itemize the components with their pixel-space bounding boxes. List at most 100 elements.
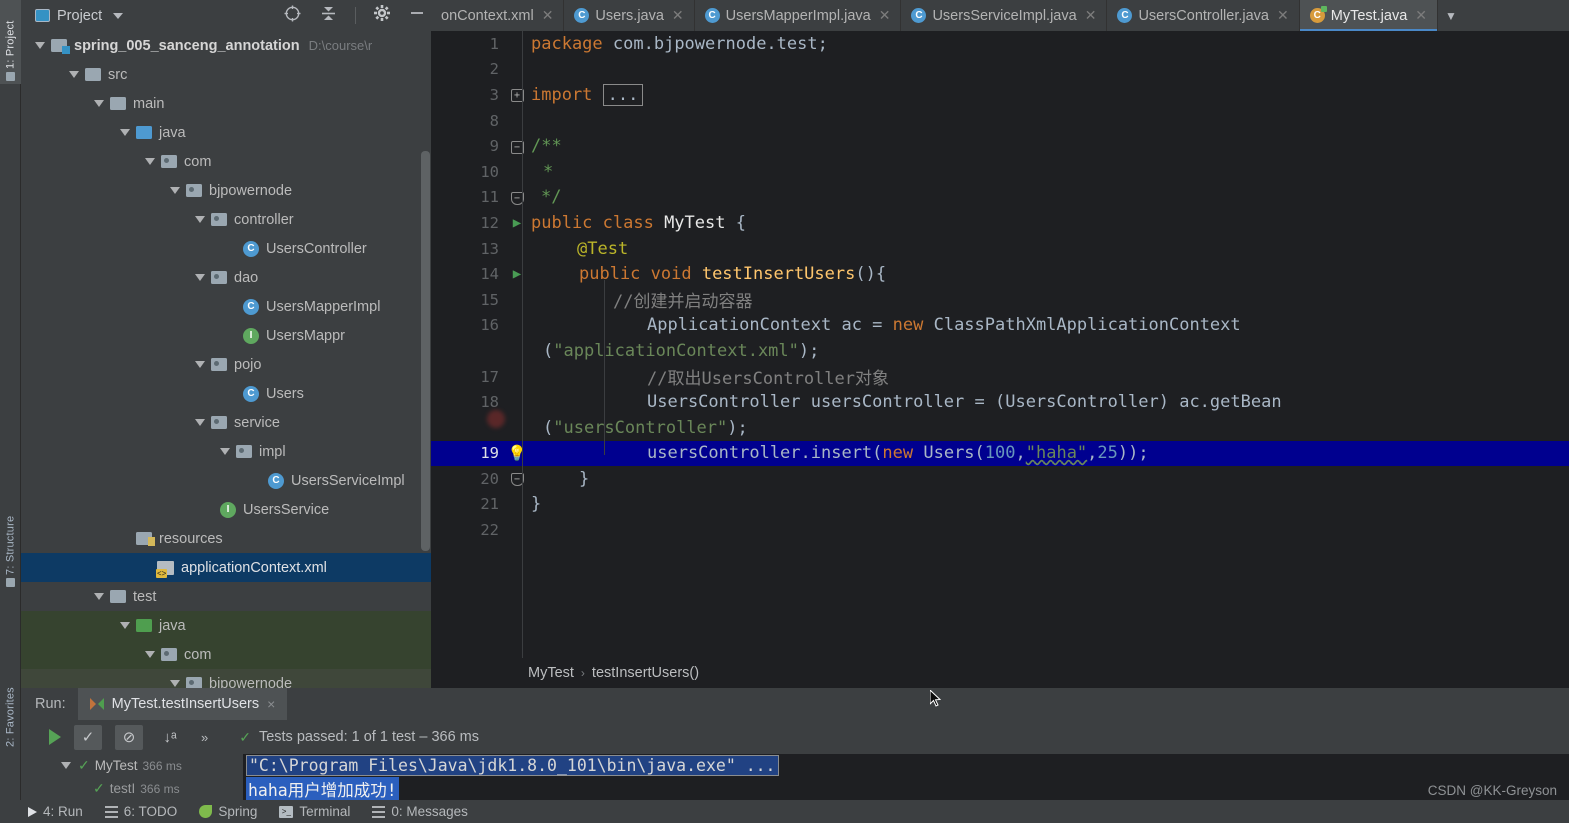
- editor-tab-usersserviceimpl-java[interactable]: C UsersServiceImpl.java ✕: [901, 0, 1108, 31]
- fold-collapse-icon[interactable]: −: [505, 139, 529, 154]
- editor-tab-mytest-java[interactable]: C MyTest.java ✕: [1299, 0, 1439, 31]
- collapsed-imports[interactable]: ...: [602, 83, 644, 106]
- tree-item-main[interactable]: main: [21, 89, 431, 118]
- tree-item-service[interactable]: service: [21, 408, 431, 437]
- tree-item-usersserviceimpl[interactable]: C UsersServiceImpl: [21, 466, 431, 495]
- expand-arrow-icon[interactable]: [145, 651, 155, 658]
- settings-gear-icon[interactable]: [373, 4, 391, 27]
- expand-arrow-icon[interactable]: [69, 71, 79, 78]
- project-tree-scrollbar[interactable]: [421, 151, 430, 551]
- fold-expand-icon[interactable]: +: [505, 87, 529, 103]
- tree-item-test-com[interactable]: com: [21, 640, 431, 669]
- close-icon[interactable]: ✕: [1083, 7, 1097, 24]
- tree-item-impl[interactable]: impl: [21, 437, 431, 466]
- close-icon[interactable]: ✕: [670, 7, 684, 24]
- editor-tab-usersmapperimpl-java[interactable]: C UsersMapperImpl.java ✕: [694, 0, 902, 31]
- rerun-icon[interactable]: [49, 729, 61, 745]
- line-number: 18: [480, 393, 499, 412]
- expand-arrow-icon[interactable]: [170, 680, 180, 687]
- expand-arrow-icon[interactable]: [35, 42, 45, 49]
- tree-item-resources[interactable]: resources: [21, 524, 431, 553]
- tree-item-applicationcontext-xml[interactable]: applicationContext.xml: [21, 553, 431, 582]
- tree-item-module[interactable]: spring_005_sanceng_annotation D:\course\…: [21, 31, 431, 60]
- expand-arrow-icon[interactable]: [220, 448, 230, 455]
- project-tree[interactable]: spring_005_sanceng_annotation D:\course\…: [21, 31, 431, 688]
- code-editor[interactable]: 1 package com.bjpowernode.test; 2 3 + im…: [431, 31, 1569, 658]
- fold-end-icon[interactable]: −: [505, 471, 529, 487]
- tree-item-userscontroller[interactable]: C UsersController: [21, 234, 431, 263]
- resources-folder-icon: [136, 532, 155, 546]
- expand-arrow-icon[interactable]: [94, 100, 104, 107]
- status-bar-item-todo[interactable]: 6: TODO: [104, 804, 177, 819]
- tool-button-project[interactable]: 1: Project: [0, 0, 21, 84]
- tree-item-test-bjpowernode[interactable]: bjpowernode: [21, 669, 431, 688]
- editor-tab-users-java[interactable]: C Users.java ✕: [564, 0, 695, 31]
- breadcrumb-class[interactable]: MyTest: [528, 665, 574, 681]
- test-tree-row-mytest[interactable]: ✓ MyTest 366 ms: [21, 754, 241, 777]
- close-icon[interactable]: ×: [267, 696, 275, 712]
- expand-icon[interactable]: »: [201, 730, 208, 745]
- run-configuration-tab[interactable]: MyTest.testInsertUsers ×: [77, 688, 288, 720]
- expand-arrow-icon[interactable]: [94, 593, 104, 600]
- expand-arrow-icon[interactable]: [145, 158, 155, 165]
- close-icon[interactable]: ✕: [1275, 7, 1289, 24]
- test-results-tree[interactable]: ✓ MyTest 366 ms ✓ testI 366 ms: [21, 754, 241, 800]
- tree-item-bjpowernode[interactable]: bjpowernode: [21, 176, 431, 205]
- editor-tab-label: UsersController.java: [1138, 7, 1269, 24]
- intention-bulb-icon[interactable]: 💡: [505, 444, 529, 462]
- locate-icon[interactable]: [283, 4, 302, 28]
- close-icon[interactable]: ✕: [1413, 7, 1427, 24]
- show-passed-icon[interactable]: ✓: [74, 724, 102, 750]
- run-class-icon[interactable]: ▶: [505, 215, 529, 231]
- status-bar-item-messages[interactable]: 0: Messages: [372, 804, 468, 819]
- tree-item-test-java[interactable]: java: [21, 611, 431, 640]
- tree-item-users[interactable]: C Users: [21, 379, 431, 408]
- expand-arrow-icon[interactable]: [120, 129, 130, 136]
- tree-item-dao[interactable]: dao: [21, 263, 431, 292]
- tree-item-usersmapperimpl[interactable]: C UsersMapperImpl: [21, 292, 431, 321]
- expand-arrow-icon[interactable]: [120, 622, 130, 629]
- status-bar-item-run[interactable]: 4: Run: [28, 804, 83, 819]
- close-icon[interactable]: ✕: [877, 7, 891, 24]
- tree-item-pojo[interactable]: pojo: [21, 350, 431, 379]
- chevron-down-icon[interactable]: [113, 12, 124, 19]
- status-bar-item-terminal[interactable]: >_ Terminal: [279, 804, 350, 819]
- tree-item-usersservice[interactable]: I UsersService: [21, 495, 431, 524]
- expand-arrow-icon[interactable]: [195, 216, 205, 223]
- expand-arrow-icon[interactable]: [195, 361, 205, 368]
- tree-item-com[interactable]: com: [21, 147, 431, 176]
- tree-item-test[interactable]: test: [21, 582, 431, 611]
- run-method-icon[interactable]: ▶: [505, 266, 529, 282]
- expand-arrow-icon[interactable]: [195, 419, 205, 426]
- editor-tab-userscontroller-java[interactable]: C UsersController.java ✕: [1107, 0, 1300, 31]
- breadcrumb-method[interactable]: testInsertUsers(): [592, 665, 699, 681]
- expand-arrow-icon[interactable]: [170, 187, 180, 194]
- tree-item-src[interactable]: src: [21, 60, 431, 89]
- console-output[interactable]: "C:\Program Files\Java\jdk1.8.0_101\bin\…: [243, 754, 1569, 800]
- code-line-9: 9 − /**: [431, 133, 1569, 159]
- tree-item-label: pojo: [234, 356, 262, 373]
- expand-arrow-icon[interactable]: [195, 274, 205, 281]
- expand-arrow-icon[interactable]: [61, 762, 71, 769]
- test-tree-row-testinsert[interactable]: ✓ testI 366 ms: [21, 777, 241, 800]
- tab-list-chevron-icon[interactable]: ▼: [1438, 0, 1464, 31]
- tree-item-usersmappr[interactable]: I UsersMappr: [21, 321, 431, 350]
- minimize-icon[interactable]: [408, 4, 426, 27]
- collapse-all-icon[interactable]: [319, 4, 338, 28]
- sort-alphabetically-icon[interactable]: ↓ᵃ: [156, 725, 184, 750]
- show-ignored-icon[interactable]: ⊘: [115, 724, 143, 750]
- editor-tab-applicationcontext-xml[interactable]: onContext.xml ✕: [431, 0, 565, 31]
- status-bar-item-spring[interactable]: Spring: [199, 804, 257, 819]
- code-line-1: 1 package com.bjpowernode.test;: [431, 31, 1569, 57]
- tree-item-controller[interactable]: controller: [21, 205, 431, 234]
- breadcrumb[interactable]: MyTest › testInsertUsers(): [431, 658, 1569, 688]
- tree-item-java[interactable]: java: [21, 118, 431, 147]
- close-icon[interactable]: ✕: [540, 7, 554, 24]
- run-tool-window-label: Run:: [35, 696, 66, 712]
- project-toolwindow-title: Project: [57, 7, 103, 24]
- code-line-10: 10 *: [431, 159, 1569, 185]
- tool-button-favorites[interactable]: 2: Favorites: [0, 650, 21, 750]
- tool-button-structure[interactable]: 7: Structure: [0, 500, 21, 590]
- code-text: /**: [531, 136, 562, 157]
- fold-end-icon[interactable]: −: [505, 190, 529, 205]
